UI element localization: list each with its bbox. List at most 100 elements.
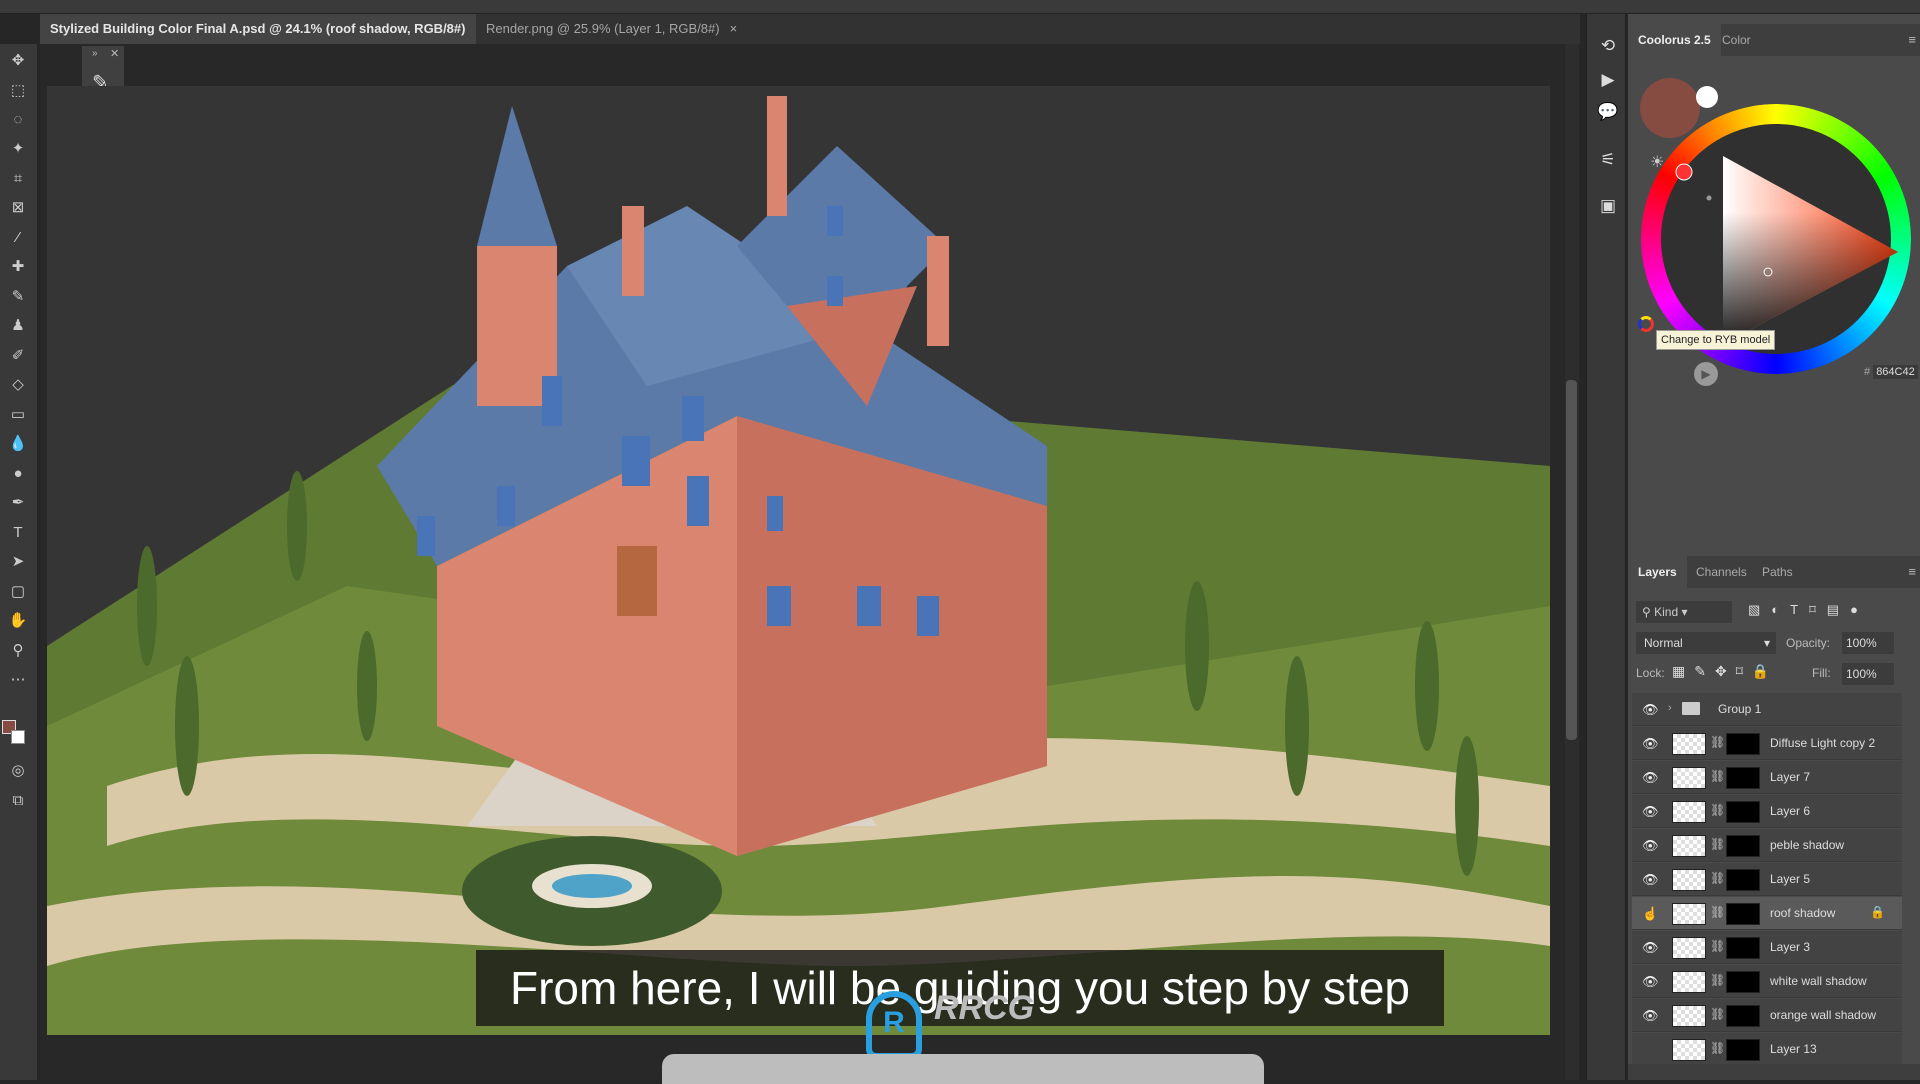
type-tool-icon[interactable]: T [6,522,30,544]
eraser-icon[interactable]: ◇ [6,374,30,396]
layer-row[interactable]: 👁 ⛓ Layer 7 [1632,761,1902,794]
layer-row[interactable]: 👁 ⛓ Layer 3 [1632,931,1902,964]
layer-row[interactable]: 👁 ⛓ Layer 5 [1632,863,1902,896]
hand-tool-icon[interactable]: ✋ [6,610,30,632]
layer-row[interactable]: ⛓ Layer 13 [1632,1033,1902,1066]
tab-color[interactable]: Color [1712,24,1761,56]
mask-link-icon[interactable]: ⛓ [1710,973,1725,987]
mask-link-icon[interactable]: ⛓ [1710,905,1725,919]
layer-mask-thumbnail[interactable] [1726,1005,1760,1027]
adjustments-icon[interactable]: ⚟ [1597,150,1619,172]
visibility-eye-icon[interactable]: ☝ [1642,906,1658,921]
mask-link-icon[interactable]: ⛓ [1710,769,1725,783]
layer-row[interactable]: ☝ ⛓ roof shadow 🔒 [1632,897,1902,930]
smart-object-filter-icon[interactable]: ▤ [1827,602,1850,617]
path-select-icon[interactable]: ➤ [6,551,30,573]
mask-link-icon[interactable]: ⛓ [1710,1041,1725,1055]
scrollbar-thumb[interactable] [1566,380,1577,740]
dodge-tool-icon[interactable]: ● [6,463,30,485]
gradient-tool-icon[interactable]: ▭ [6,404,30,426]
visibility-eye-icon[interactable]: 👁 [1642,1008,1659,1023]
healing-brush-icon[interactable]: ✚ [6,256,30,278]
crop-tool-icon[interactable]: ⌗ [6,168,30,190]
tab-stylized-building[interactable]: Stylized Building Color Final A.psd @ 24… [40,14,476,66]
layer-mask-thumbnail[interactable] [1726,1039,1760,1061]
blend-mode-select[interactable]: Normal ▾ [1636,632,1776,654]
hex-value-input[interactable]: 864C42 [1873,365,1918,379]
lock-position-icon[interactable]: ✥ [1715,663,1736,679]
layer-mask-thumbnail[interactable] [1726,835,1760,857]
more-tools-icon[interactable]: ⋯ [6,669,30,691]
zoom-tool-icon[interactable]: ⚲ [6,640,30,662]
quick-mask-icon[interactable]: ◎ [6,760,30,782]
fill-input[interactable]: 100% [1842,663,1894,685]
visibility-empty-box[interactable] [1642,1042,1658,1056]
lock-artboard-icon[interactable]: ⌑ [1736,663,1752,679]
layer-row[interactable]: 👁 ⛓ Diffuse Light copy 2 [1632,727,1902,760]
pixel-filter-icon[interactable]: ▧ [1748,602,1771,617]
actions-play-icon[interactable]: ▶ [1597,70,1619,92]
filter-toggle-icon[interactable]: ● [1850,602,1869,617]
layer-mask-thumbnail[interactable] [1726,733,1760,755]
layer-mask-thumbnail[interactable] [1726,903,1760,925]
ryb-model-icon[interactable] [1638,316,1654,332]
eyedropper-icon[interactable]: ⁄ [6,227,30,249]
layer-row[interactable]: 👁 ⛓ Layer 6 [1632,795,1902,828]
stamp-tool-icon[interactable]: ♟ [6,315,30,337]
close-icon[interactable]: × [730,21,738,36]
mask-link-icon[interactable]: ⛓ [1710,735,1725,749]
tab-coolorus[interactable]: Coolorus 2.5 [1628,24,1721,56]
shape-filter-icon[interactable]: ⌑ [1809,602,1827,617]
lock-pixels-icon[interactable]: ✎ [1694,663,1715,679]
tab-paths[interactable]: Paths [1752,556,1803,588]
comments-icon[interactable]: 💬 [1597,102,1619,124]
mask-link-icon[interactable]: ⛓ [1710,837,1725,851]
layer-row[interactable]: 👁 ⛓ peble shadow [1632,829,1902,862]
visibility-eye-icon[interactable]: 👁 [1642,872,1659,887]
document-canvas[interactable] [47,86,1550,1035]
play-icon[interactable]: ▶ [1694,362,1718,386]
tab-render[interactable]: Render.png @ 25.9% (Layer 1, RGB/8#) × [476,14,747,44]
libraries-icon[interactable]: ▣ [1597,196,1619,218]
adjustment-filter-icon[interactable]: ◐ [1771,602,1790,617]
history-icon[interactable]: ⟲ [1597,36,1619,58]
visibility-eye-icon[interactable]: 👁 [1642,838,1659,853]
visibility-eye-icon[interactable]: 👁 [1642,770,1659,785]
layer-row[interactable]: 👁 ⛓ orange wall shadow [1632,999,1902,1032]
visibility-eye-icon[interactable]: 👁 [1642,804,1659,819]
marquee-tool-icon[interactable]: ⬚ [6,80,30,102]
lock-transparency-icon[interactable]: ▦ [1672,663,1694,679]
screen-mode-icon[interactable]: ⧉ [6,790,30,812]
visibility-eye-icon[interactable]: 👁 [1642,702,1659,717]
expand-icon[interactable]: » [92,48,98,59]
mask-link-icon[interactable]: ⛓ [1710,871,1725,885]
mask-link-icon[interactable]: ⛓ [1710,1007,1725,1021]
brightness-icon[interactable]: ☀ [1650,152,1664,172]
mask-link-icon[interactable]: ⛓ [1710,939,1725,953]
layer-mask-thumbnail[interactable] [1726,971,1760,993]
close-icon[interactable]: ✕ [110,47,119,60]
expand-chevron-icon[interactable]: › [1668,702,1672,714]
history-brush-icon[interactable]: ✐ [6,345,30,367]
layer-filter-select[interactable]: ⚲ Kind ▾ [1636,601,1732,623]
type-filter-icon[interactable]: T [1790,602,1809,617]
brush-tool-icon[interactable]: ✎ [6,286,30,308]
visibility-eye-icon[interactable]: 👁 [1642,940,1659,955]
layer-group-row[interactable]: 👁 › Group 1 [1632,693,1902,726]
layer-mask-thumbnail[interactable] [1726,937,1760,959]
lock-all-icon[interactable]: 🔒 [1752,663,1778,679]
mask-link-icon[interactable]: ⛓ [1710,803,1725,817]
tab-channels[interactable]: Channels [1686,556,1757,588]
layer-mask-thumbnail[interactable] [1726,869,1760,891]
tab-layers[interactable]: Layers [1628,556,1687,588]
layer-mask-thumbnail[interactable] [1726,767,1760,789]
rectangle-tool-icon[interactable]: ▢ [6,581,30,603]
opacity-input[interactable]: 100% [1842,632,1894,654]
frame-tool-icon[interactable]: ⊠ [6,197,30,219]
layer-row[interactable]: 👁 ⛓ white wall shadow [1632,965,1902,998]
panel-menu-icon[interactable]: ≡ [1908,32,1916,47]
lasso-tool-icon[interactable]: ◌ [6,109,30,131]
pen-tool-icon[interactable]: ✒ [6,492,30,514]
layer-mask-thumbnail[interactable] [1726,801,1760,823]
background-color-swatch[interactable] [11,730,25,744]
